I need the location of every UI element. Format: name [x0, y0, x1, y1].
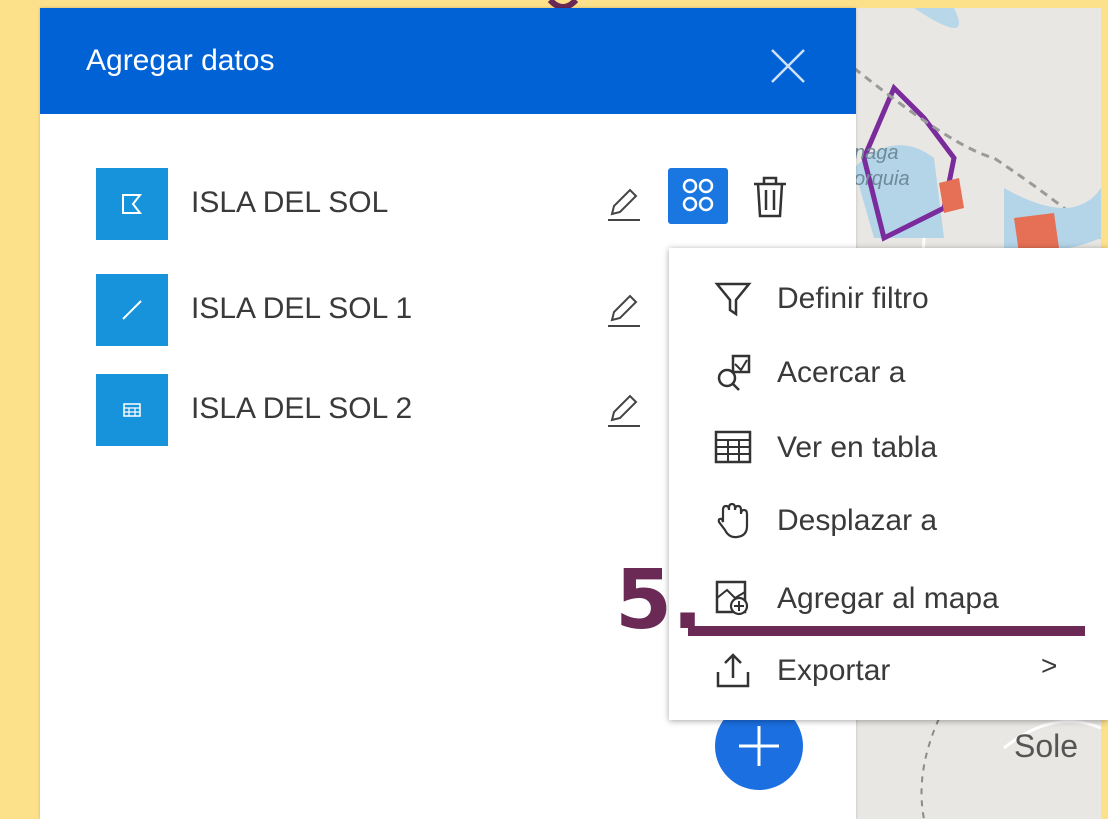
menu-item-define-filter[interactable]: Definir filtro	[669, 266, 1108, 332]
chevron-right-icon: >	[1041, 650, 1058, 681]
filter-icon	[714, 282, 752, 317]
menu-item-view-table[interactable]: Ver en tabla	[669, 415, 1108, 481]
pencil-icon	[608, 394, 640, 427]
layer-name: ISLA DEL SOL	[191, 186, 389, 219]
grid-menu-icon	[682, 178, 714, 212]
table-icon	[123, 403, 141, 417]
layer-name: ISLA DEL SOL 2	[191, 392, 413, 425]
map-label: Sole	[1014, 728, 1079, 764]
map-label: naga	[854, 142, 899, 164]
polygon-icon	[122, 194, 143, 214]
menu-item-label: Definir filtro	[777, 282, 929, 315]
pan-hand-icon	[717, 502, 749, 539]
layer-row[interactable]: ISLA DEL SOL	[96, 168, 816, 240]
menu-item-label: Acercar a	[777, 356, 906, 389]
panel-header: Agregar datos	[40, 8, 856, 114]
more-actions-button[interactable]	[668, 168, 728, 224]
menu-item-label: Ver en tabla	[777, 431, 938, 464]
layer-actions-menu: Definir filtro Acercar a Ver en tabla De…	[669, 248, 1108, 720]
edit-button[interactable]	[606, 186, 642, 222]
layer-type-tile	[96, 374, 168, 446]
edit-button[interactable]	[606, 392, 642, 428]
layer-type-tile	[96, 168, 168, 240]
layer-type-tile	[96, 274, 168, 346]
menu-item-export[interactable]: Exportar >	[669, 638, 1108, 704]
pencil-icon	[608, 188, 640, 221]
export-icon	[716, 653, 750, 688]
menu-item-zoom-to[interactable]: Acercar a	[669, 340, 1108, 406]
zoom-to-icon	[717, 354, 751, 391]
menu-item-label: Exportar	[777, 654, 891, 687]
menu-item-label: Desplazar a	[777, 504, 938, 537]
edit-button[interactable]	[606, 292, 642, 328]
menu-item-label: Agregar al mapa	[777, 582, 999, 615]
layer-name: ISLA DEL SOL 1	[191, 292, 413, 325]
table-view-icon	[714, 430, 752, 464]
line-icon	[122, 300, 142, 320]
panel-title: Agregar datos	[86, 44, 275, 77]
delete-button[interactable]	[748, 174, 792, 220]
menu-item-pan-to[interactable]: Desplazar a	[669, 488, 1108, 554]
trash-icon	[754, 176, 786, 218]
pencil-icon	[608, 294, 640, 327]
map-label: orquia	[854, 168, 910, 190]
plus-icon	[739, 726, 779, 766]
menu-item-add-to-map[interactable]: Agregar al mapa	[669, 566, 1108, 632]
close-icon	[771, 49, 805, 83]
step-underline-annotation	[688, 626, 1085, 636]
add-to-map-icon	[715, 580, 749, 616]
close-button[interactable]	[768, 46, 808, 86]
